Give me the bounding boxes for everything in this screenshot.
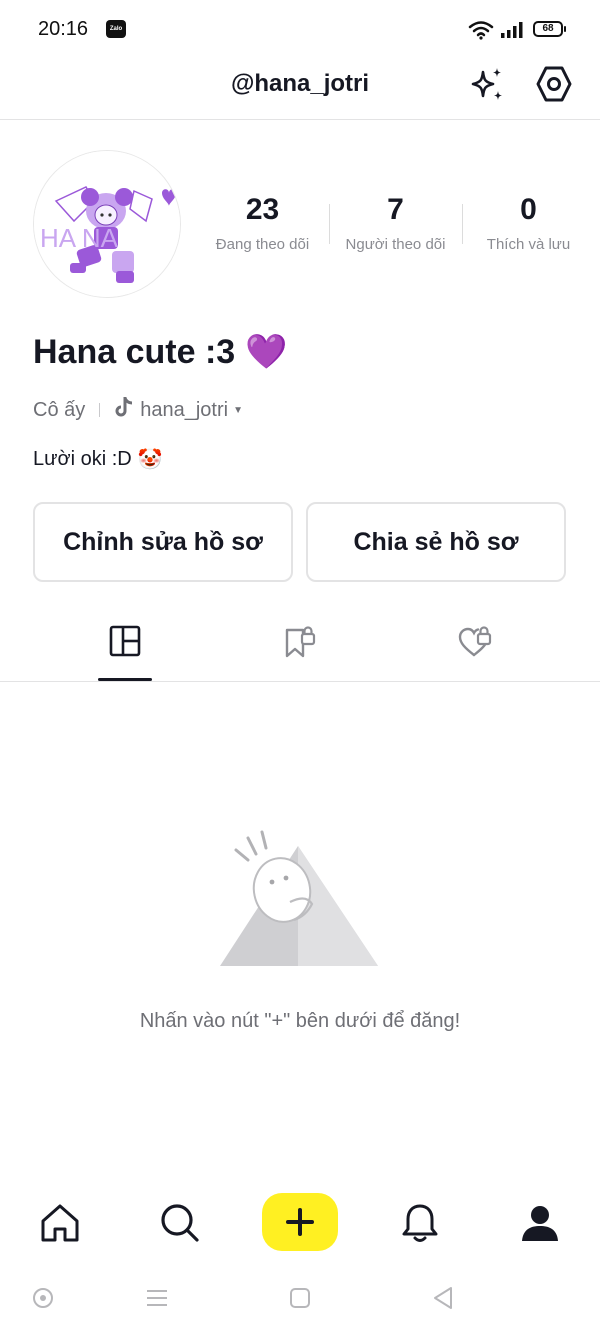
nav-search[interactable] [155, 1198, 205, 1248]
tab-saved[interactable] [270, 624, 330, 674]
stat-likes[interactable]: 0 Thích và lưu [462, 190, 595, 270]
chevron-down-icon[interactable]: ▼ [233, 405, 243, 416]
search-icon [161, 1204, 199, 1242]
bio: Lười oki :D 🤡 [33, 447, 163, 472]
back-icon[interactable] [428, 1283, 458, 1313]
battery-icon: 68 [533, 21, 566, 37]
active-tab-indicator [98, 678, 152, 681]
avatar[interactable]: HA NA [33, 150, 181, 298]
profile-header: @hana_jotri [0, 60, 600, 120]
plus-icon [286, 1208, 314, 1236]
bell-icon [402, 1204, 438, 1242]
empty-state-message: Nhấn vào nút "+" bên dưới để đăng! [139, 1010, 461, 1032]
profile-stats: 23 Đang theo dõi 7 Người theo dõi 0 Thíc… [196, 190, 596, 270]
nav-profile[interactable] [515, 1198, 565, 1248]
home-square-icon[interactable] [285, 1283, 315, 1313]
display-name-text: Hana cute :3 [33, 332, 236, 371]
menu-icon[interactable] [142, 1283, 172, 1313]
header-username: @hana_jotri [230, 70, 370, 97]
tab-videos[interactable] [95, 624, 155, 674]
edit-profile-button[interactable]: Chỉnh sửa hồ sơ [33, 502, 293, 582]
assistant-icon[interactable] [28, 1283, 58, 1313]
stat-following[interactable]: 23 Đang theo dõi [196, 190, 329, 270]
signal-icon [500, 20, 526, 45]
stat-followers-count: 7 [387, 193, 404, 226]
pronouns: Cô ấy [33, 398, 86, 421]
system-navigation [0, 1265, 600, 1333]
nav-create-button[interactable] [262, 1193, 338, 1251]
nav-home[interactable] [35, 1198, 85, 1248]
stat-likes-count: 0 [520, 193, 537, 226]
tab-liked[interactable] [445, 624, 505, 674]
display-name: Hana cute :3 💜 [33, 332, 288, 372]
profile-meta: Cô ấy hana_jotri ▼ [33, 396, 243, 424]
nav-inbox[interactable] [395, 1198, 445, 1248]
zalo-icon: Zalo [106, 20, 126, 38]
stat-followers[interactable]: 7 Người theo dõi [329, 190, 462, 270]
stat-followers-label: Người theo dõi [345, 236, 446, 253]
content-tabs [0, 610, 600, 682]
tiktok-handle[interactable]: hana_jotri [140, 399, 228, 422]
status-time: 20:16 [38, 18, 89, 40]
stat-following-count: 23 [245, 193, 280, 226]
empty-state-illustration [210, 820, 390, 980]
videos-grid-icon [109, 625, 141, 657]
saved-locked-icon [285, 626, 316, 658]
purple-heart-emoji: 💜 [245, 333, 288, 371]
bio-text: Lười oki :D [33, 448, 132, 470]
share-profile-button[interactable]: Chia sẻ hồ sơ [306, 502, 566, 582]
stat-likes-label: Thích và lưu [486, 236, 571, 253]
stat-following-label: Đang theo dõi [215, 236, 310, 253]
bottom-navigation [0, 1188, 600, 1260]
clown-emoji: 🤡 [137, 449, 163, 471]
meta-divider [99, 403, 101, 417]
home-icon [41, 1204, 79, 1242]
wifi-icon [468, 20, 494, 45]
liked-locked-icon [458, 626, 492, 657]
profile-icon [522, 1206, 558, 1241]
status-bar: 20:16 Zalo 68 [0, 0, 600, 60]
settings-icon[interactable] [534, 64, 574, 104]
avatar-text: HA NA [40, 223, 119, 253]
sparkle-icon[interactable] [466, 64, 508, 106]
tiktok-icon [114, 396, 134, 424]
